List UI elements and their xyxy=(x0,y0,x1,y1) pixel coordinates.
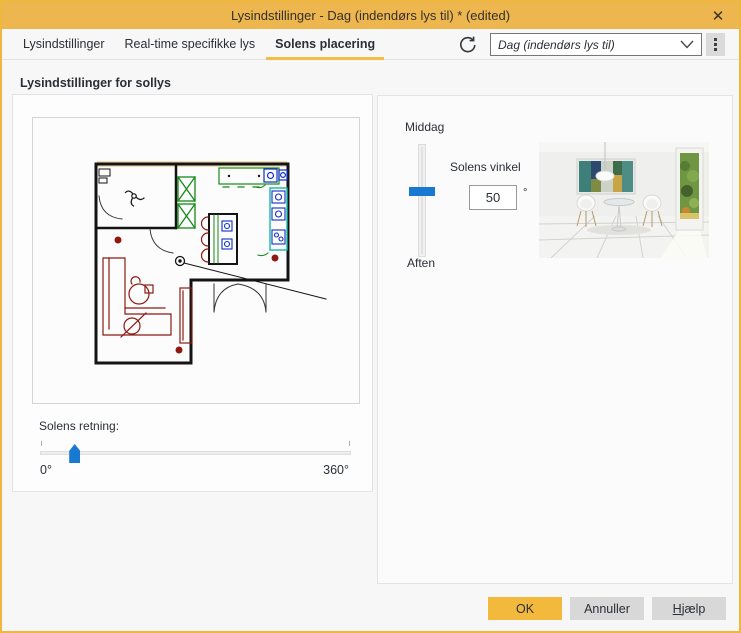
cancel-button[interactable]: Annuller xyxy=(570,597,644,620)
sun-direction-max-label: 360° xyxy=(323,463,349,477)
sun-angle-unit: ° xyxy=(523,187,527,199)
sun-direction-slider[interactable] xyxy=(40,439,351,465)
room-render-preview xyxy=(539,142,709,258)
help-button[interactable]: Hjælp xyxy=(652,597,726,620)
elevation-top-label: Middag xyxy=(405,120,444,134)
sun-direction-label: Solens retning: xyxy=(39,419,119,433)
slider-tick-min xyxy=(41,441,42,446)
dialog-title: Lysindstillinger - Dag (indendørs lys ti… xyxy=(231,8,510,23)
ok-button[interactable]: OK xyxy=(488,597,562,620)
titlebar[interactable]: Lysindstillinger - Dag (indendørs lys ti… xyxy=(2,2,739,29)
light-settings-dialog: Lysindstillinger - Dag (indendørs lys ti… xyxy=(0,0,741,633)
tab-solens-placering[interactable]: Solens placering xyxy=(266,29,384,59)
slider-tick-max xyxy=(349,441,350,446)
sun-elevation-slider-thumb[interactable] xyxy=(409,187,435,196)
sun-elevation-panel: Middag Aften Solens vinkel ° xyxy=(377,95,733,584)
light-preset-value: Dag (indendørs lys til) xyxy=(498,38,680,52)
sunlight-group-heading: Lysindstillinger for sollys xyxy=(20,76,171,90)
more-options-icon[interactable] xyxy=(706,33,725,56)
tab-lysindstillinger[interactable]: Lysindstillinger xyxy=(14,29,114,59)
sunlight-group-box: Solens retning: 0° 360° xyxy=(12,94,373,492)
room-render-image xyxy=(539,142,709,258)
sun-direction-slider-track[interactable] xyxy=(40,451,351,455)
chevron-down-icon xyxy=(680,40,694,49)
floorplan-preview[interactable] xyxy=(32,117,360,404)
close-icon[interactable]: ✕ xyxy=(703,2,733,29)
tab-realtime-specifikke-lys[interactable]: Real-time specifikke lys xyxy=(116,29,265,59)
refresh-icon[interactable] xyxy=(457,34,479,56)
sun-direction-min-label: 0° xyxy=(40,463,52,477)
sun-elevation-slider[interactable] xyxy=(406,144,438,257)
light-preset-dropdown[interactable]: Dag (indendørs lys til) xyxy=(490,33,702,56)
sun-angle-input[interactable] xyxy=(469,185,517,210)
sun-angle-label: Solens vinkel xyxy=(450,160,521,174)
floorplan-drawing xyxy=(33,118,359,403)
elevation-bottom-label: Aften xyxy=(407,256,435,270)
sun-elevation-slider-track[interactable] xyxy=(418,144,426,257)
sun-direction-slider-thumb[interactable] xyxy=(69,444,80,463)
